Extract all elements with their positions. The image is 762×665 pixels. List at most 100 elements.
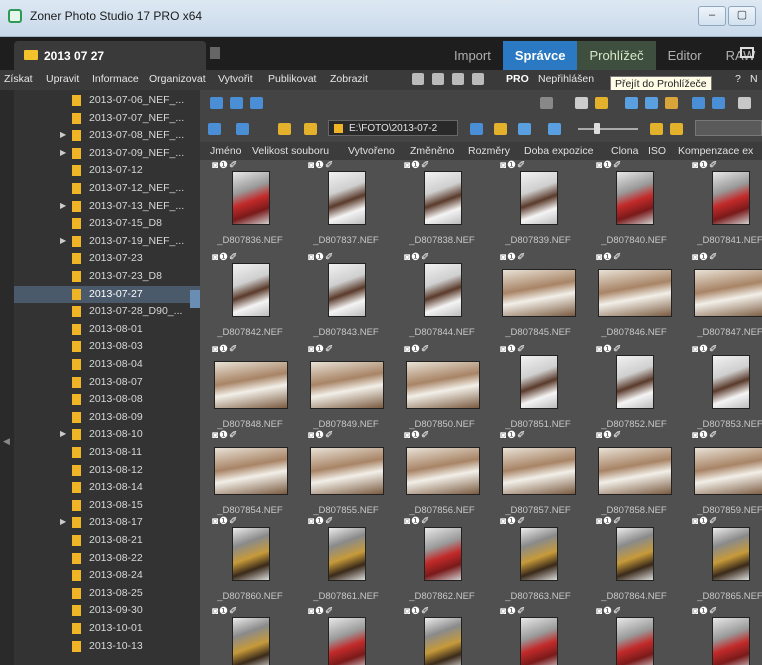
- col-exposure-comp[interactable]: Kompenzace ex: [678, 145, 753, 157]
- photo-thumbnail[interactable]: ◙❶✐ _D807842.NEF: [204, 252, 296, 344]
- col-iso[interactable]: ISO: [648, 145, 666, 157]
- folder-item[interactable]: 2013-08-04: [14, 356, 200, 373]
- photo-thumbnail[interactable]: ◙❶✐ _D807839.NEF: [492, 160, 584, 252]
- folder-item[interactable]: 2013-07-28_D90_...: [14, 303, 200, 320]
- mail-icon[interactable]: [595, 97, 608, 109]
- photo-thumbnail[interactable]: ◙❶✐ _D807860.NEF: [204, 516, 296, 608]
- photo-thumbnail[interactable]: ◙❶✐ _D807853.NEF: [684, 344, 762, 436]
- folder-item[interactable]: 2013-08-21: [14, 532, 200, 549]
- photo-thumbnail[interactable]: ◙❶✐ _D807840.NEF: [588, 160, 680, 252]
- photo-thumbnail[interactable]: ◙❶✐ _D807844.NEF: [396, 252, 488, 344]
- folder-item[interactable]: 2013-07-23: [14, 250, 200, 267]
- image-icon[interactable]: [472, 73, 484, 85]
- document-tab[interactable]: 2013 07 27: [14, 41, 206, 70]
- filter-icon[interactable]: [548, 123, 561, 135]
- folder-item[interactable]: 2013-08-11: [14, 444, 200, 461]
- tool-icon-3[interactable]: [645, 97, 658, 109]
- menu-get[interactable]: Získat: [4, 73, 33, 85]
- mode-import[interactable]: Import: [442, 41, 503, 70]
- tool-icon-2[interactable]: [625, 97, 638, 109]
- photo-thumbnail[interactable]: ◙❶✐ _D807857.NEF: [492, 430, 584, 522]
- photo-thumbnail[interactable]: ◙❶✐: [684, 606, 762, 665]
- photo-thumbnail[interactable]: ◙❶✐ _D807847.NEF: [684, 252, 762, 344]
- photo-thumbnail[interactable]: ◙❶✐ _D807864.NEF: [588, 516, 680, 608]
- zoom-slider-track[interactable]: [578, 128, 638, 130]
- photo-thumbnail[interactable]: ◙❶✐ _D807850.NEF: [396, 344, 488, 436]
- photo-thumbnail[interactable]: ◙❶✐ _D807858.NEF: [588, 430, 680, 522]
- photo-thumbnail[interactable]: ◙❶✐: [300, 606, 392, 665]
- tool-icon-1[interactable]: [540, 97, 553, 109]
- photo-thumbnail[interactable]: ◙❶✐ _D807855.NEF: [300, 430, 392, 522]
- menu-publish[interactable]: Publikovat: [268, 73, 316, 85]
- expand-arrow-icon[interactable]: ▶: [60, 130, 66, 139]
- photo-thumbnail[interactable]: ◙❶✐ _D807848.NEF: [204, 344, 296, 436]
- login-status[interactable]: Nepřihlášen: [538, 73, 594, 85]
- tool-icon-7[interactable]: [738, 97, 751, 109]
- expand-arrow-icon[interactable]: ▶: [60, 201, 66, 210]
- sort-icon[interactable]: [518, 123, 531, 135]
- mode-editor[interactable]: Editor: [656, 41, 714, 70]
- back-icon[interactable]: [208, 123, 221, 135]
- photo-thumbnail[interactable]: ◙❶✐ _D807851.NEF: [492, 344, 584, 436]
- photo-thumbnail[interactable]: ◙❶✐ _D807841.NEF: [684, 160, 762, 252]
- folder-item[interactable]: 2013-08-22: [14, 550, 200, 567]
- folder-item[interactable]: 2013-07-23_D8: [14, 268, 200, 285]
- photo-thumbnail[interactable]: ◙❶✐ _D807849.NEF: [300, 344, 392, 436]
- photo-thumbnail[interactable]: ◙❶✐ _D807856.NEF: [396, 430, 488, 522]
- photo-thumbnail[interactable]: ◙❶✐ _D807838.NEF: [396, 160, 488, 252]
- menu-edit[interactable]: Upravit: [46, 73, 79, 85]
- menu-create[interactable]: Vytvořit: [218, 73, 253, 85]
- folder-item[interactable]: ▶ 2013-07-13_NEF_...: [14, 198, 200, 215]
- folder-item[interactable]: 2013-07-06_NEF_...: [14, 92, 200, 109]
- grid-icon[interactable]: [650, 123, 663, 135]
- details-view-icon[interactable]: [250, 97, 263, 109]
- tool-icon-5[interactable]: [692, 97, 705, 109]
- mode-raw[interactable]: RAW: [714, 41, 762, 70]
- photo-thumbnail[interactable]: ◙❶✐ _D807852.NEF: [588, 344, 680, 436]
- photo-thumbnail[interactable]: ◙❶✐ _D807862.NEF: [396, 516, 488, 608]
- photo-thumbnail[interactable]: ◙❶✐ _D807861.NEF: [300, 516, 392, 608]
- refresh-icon[interactable]: [470, 123, 483, 135]
- list-view-icon[interactable]: [230, 97, 243, 109]
- forward-icon[interactable]: [236, 123, 249, 135]
- col-modified[interactable]: Změněno: [410, 145, 454, 157]
- col-aperture[interactable]: Clona: [611, 145, 638, 157]
- col-name[interactable]: Jméno: [210, 145, 242, 157]
- search-input[interactable]: [695, 120, 762, 136]
- expand-arrow-icon[interactable]: ▶: [60, 148, 66, 157]
- folder-item[interactable]: 2013-07-15_D8: [14, 215, 200, 232]
- tool-icon-4[interactable]: [665, 97, 678, 109]
- folder-item[interactable]: ▶ 2013-07-19_NEF_...: [14, 233, 200, 250]
- photo-thumbnail[interactable]: ◙❶✐ _D807859.NEF: [684, 430, 762, 522]
- folder-item[interactable]: 2013-08-24: [14, 567, 200, 584]
- folder-options-icon[interactable]: [494, 123, 507, 135]
- photo-thumbnail[interactable]: ◙❶✐: [588, 606, 680, 665]
- folder-item[interactable]: 2013-07-12: [14, 162, 200, 179]
- expand-arrow-icon[interactable]: ▶: [60, 429, 66, 438]
- folder-item[interactable]: 2013-08-25: [14, 585, 200, 602]
- folder-item[interactable]: ▶ 2013-07-08_NEF_...: [14, 127, 200, 144]
- minimize-button[interactable]: –: [698, 6, 726, 26]
- menu-info[interactable]: Informace: [92, 73, 139, 85]
- photo-thumbnail[interactable]: ◙❶✐ _D807846.NEF: [588, 252, 680, 344]
- folder-item[interactable]: ▶ 2013-08-10: [14, 426, 200, 443]
- expand-arrow-icon[interactable]: ▶: [60, 517, 66, 526]
- photo-thumbnail[interactable]: ◙❶✐ _D807865.NEF: [684, 516, 762, 608]
- folder-item[interactable]: 2013-09-30: [14, 602, 200, 619]
- expand-arrow-icon[interactable]: ▶: [60, 236, 66, 245]
- new-tab-icon[interactable]: [210, 47, 220, 59]
- browse-folder-icon[interactable]: [670, 123, 683, 135]
- mode-viewer[interactable]: Prohlížeč: [577, 41, 656, 70]
- mode-manager[interactable]: Správce: [502, 41, 578, 70]
- window-mode-icon[interactable]: [740, 47, 754, 58]
- folder-item[interactable]: 2013-07-27: [14, 285, 200, 303]
- share-icon[interactable]: [412, 73, 424, 85]
- col-size[interactable]: Velikost souboru: [252, 145, 329, 157]
- photo-thumbnail[interactable]: ◙❶✐ _D807843.NEF: [300, 252, 392, 344]
- rotate-icon[interactable]: [452, 73, 464, 85]
- photo-thumbnail[interactable]: ◙❶✐: [492, 606, 584, 665]
- photo-thumbnail[interactable]: ◙❶✐ _D807837.NEF: [300, 160, 392, 252]
- folder-item[interactable]: 2013-10-01: [14, 620, 200, 637]
- path-input[interactable]: E:\FOTO\2013-07-2: [328, 120, 458, 136]
- search-icon[interactable]: [432, 73, 444, 85]
